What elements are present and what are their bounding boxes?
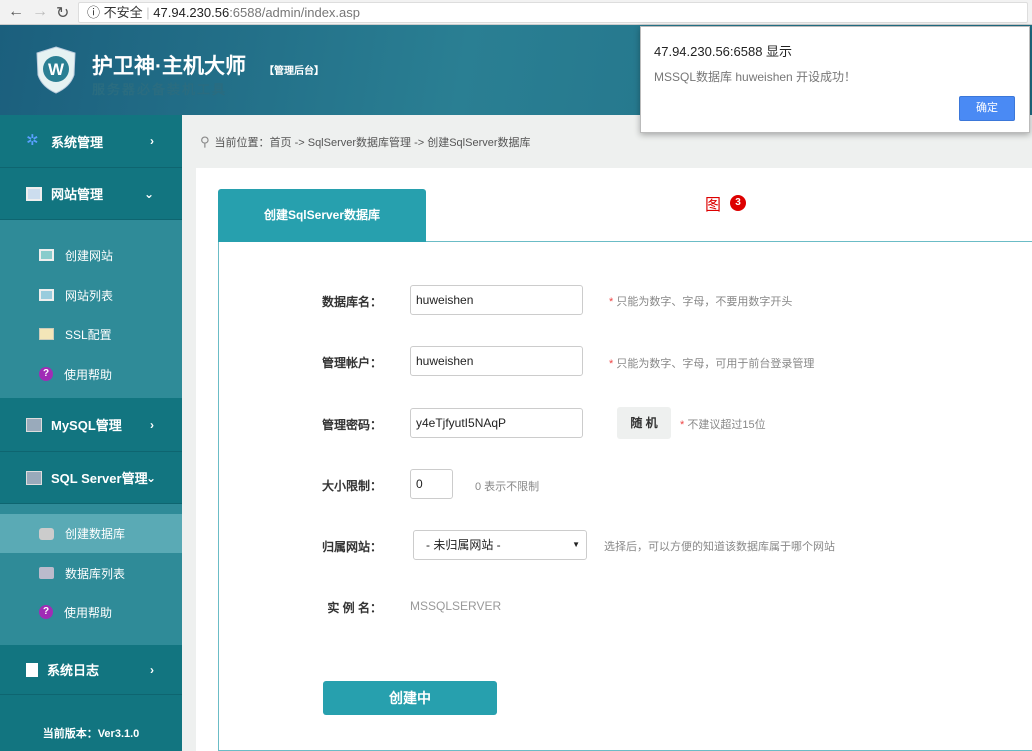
annotation-number-badge: 3 bbox=[730, 195, 746, 211]
help-icon: ? bbox=[39, 367, 53, 381]
annotation-figure-label: 图 bbox=[705, 195, 722, 214]
item-label: 创建网站 bbox=[65, 248, 114, 263]
website-submenu: 创建网站 网站列表 SSL配置 ? 使用帮助 bbox=[0, 220, 182, 398]
section-label: 网站管理 bbox=[51, 187, 104, 202]
item-label: 网站列表 bbox=[65, 288, 114, 303]
logo-letter: W bbox=[48, 60, 65, 79]
tab-create-sqlserver-db[interactable]: 创建SqlServer数据库 bbox=[218, 189, 426, 242]
instance-value: MSSQLSERVER bbox=[410, 599, 502, 613]
sidebar-item-ssl[interactable]: SSL配置 bbox=[0, 315, 182, 353]
chevron-right-icon: › bbox=[150, 417, 154, 432]
shield-logo-icon: W bbox=[36, 46, 76, 94]
dialog-message: MSSQL数据库 huweishen 开设成功！ bbox=[654, 70, 857, 84]
sidebar-item-db-help[interactable]: ? 使用帮助 bbox=[0, 593, 182, 631]
site-label: 归属网站： bbox=[321, 540, 382, 554]
browser-bar: ← → ↻ ⓘ 不安全 | 47.94.230.56:6588/admin/in… bbox=[0, 0, 1032, 25]
section-label: SQL Server管理 bbox=[51, 471, 148, 486]
breadcrumb-text: 当前位置：首页 -> SqlServer数据库管理 -> 创建SqlServer… bbox=[214, 137, 531, 149]
location-pin-icon: ⚲ bbox=[200, 134, 210, 149]
sidebar-item-site-list[interactable]: 网站列表 bbox=[0, 276, 182, 314]
info-icon[interactable]: ⓘ bbox=[87, 5, 100, 20]
certificate-icon bbox=[39, 328, 54, 340]
sidebar-section-system[interactable]: ✲ 系统管理 › bbox=[0, 115, 182, 168]
database-server-icon bbox=[26, 417, 42, 432]
sidebar-section-sqlserver[interactable]: SQL Server管理 ⌄ bbox=[0, 452, 182, 504]
item-label: 使用帮助 bbox=[64, 605, 113, 620]
sidebar-item-help[interactable]: ? 使用帮助 bbox=[0, 355, 182, 393]
item-label: 使用帮助 bbox=[64, 367, 113, 382]
account-label: 管理帐户： bbox=[321, 356, 382, 370]
chevron-right-icon: › bbox=[150, 134, 154, 148]
dialog-title: 47.94.230.56:6588 显示 bbox=[654, 44, 793, 59]
create-site-icon bbox=[39, 249, 54, 261]
ok-button[interactable]: 确定 bbox=[959, 96, 1015, 121]
database-list-icon bbox=[39, 567, 54, 579]
section-label: MySQL管理 bbox=[51, 418, 122, 433]
forward-icon[interactable]: → bbox=[32, 3, 48, 21]
password-label: 管理密码： bbox=[321, 418, 382, 432]
password-hint: * 不建议超过15位 bbox=[680, 419, 766, 431]
size-label: 大小限制： bbox=[321, 479, 382, 493]
url-host: 47.94.230.56 bbox=[153, 5, 230, 20]
back-icon[interactable]: ← bbox=[8, 3, 24, 21]
size-hint: 0 表示不限制 bbox=[475, 481, 540, 493]
site-select[interactable]: - 未归属网站 - ▼ bbox=[413, 530, 587, 560]
sidebar-item-create-site[interactable]: 创建网站 bbox=[0, 236, 182, 274]
gear-icon: ✲ bbox=[26, 132, 39, 149]
site-list-icon bbox=[39, 289, 54, 301]
password-input[interactable]: y4eTjfyutI5NAqP bbox=[410, 408, 583, 438]
section-label: 系统管理 bbox=[51, 134, 104, 150]
security-label: 不安全 bbox=[103, 5, 143, 20]
site-select-value: - 未归属网站 - bbox=[426, 538, 501, 552]
dropdown-arrow-icon: ▼ bbox=[572, 540, 580, 549]
add-database-icon bbox=[39, 527, 54, 540]
monitor-icon bbox=[26, 186, 42, 201]
form-box bbox=[218, 241, 1032, 751]
chevron-down-icon: ⌄ bbox=[145, 470, 156, 485]
sidebar-section-logs[interactable]: 系统日志 › bbox=[0, 645, 182, 695]
address-bar[interactable]: ⓘ 不安全 | 47.94.230.56:6588/admin/index.as… bbox=[78, 2, 1028, 23]
database-server-icon bbox=[26, 470, 42, 485]
item-label: SSL配置 bbox=[65, 327, 112, 342]
site-hint: 选择后，可以方便的知道该数据库属于哪个网站 bbox=[604, 541, 835, 553]
version-label: 当前版本：Ver3.1.0 bbox=[42, 728, 140, 740]
sqlserver-submenu: 创建数据库 数据库列表 ? 使用帮助 bbox=[0, 504, 182, 645]
section-label: 系统日志 bbox=[47, 663, 100, 678]
size-input[interactable]: 0 bbox=[410, 469, 453, 499]
help-icon: ? bbox=[39, 605, 53, 619]
log-icon bbox=[26, 662, 38, 677]
url-path: :6588/admin/index.asp bbox=[229, 5, 360, 20]
db-name-hint: * 只能为数字、字母，不要用数字开头 bbox=[609, 296, 793, 308]
sidebar-section-website[interactable]: 网站管理 ⌄ bbox=[0, 168, 182, 220]
create-button[interactable]: 创建中 bbox=[323, 681, 497, 715]
sidebar: ✲ 系统管理 › 网站管理 ⌄ 创建网站 网站列表 SSL配置 ? 使用帮助 My… bbox=[0, 115, 182, 751]
item-label: 数据库列表 bbox=[65, 566, 126, 581]
app-title: 护卫神·主机大师 bbox=[92, 55, 246, 78]
slogan: 服务器必备装机工具 bbox=[92, 82, 228, 97]
item-label: 创建数据库 bbox=[65, 527, 126, 541]
sidebar-section-mysql[interactable]: MySQL管理 › bbox=[0, 398, 182, 452]
admin-tag: 【管理后台】 bbox=[264, 66, 324, 77]
account-hint: * 只能为数字、字母，可用于前台登录管理 bbox=[609, 358, 815, 370]
instance-label: 实 例 名： bbox=[327, 601, 382, 615]
db-name-label: 数据库名： bbox=[321, 295, 382, 309]
breadcrumb: ⚲ 当前位置：首页 -> SqlServer数据库管理 -> 创建SqlServ… bbox=[200, 134, 531, 150]
sidebar-item-create-db[interactable]: 创建数据库 bbox=[0, 514, 182, 553]
alert-dialog: 47.94.230.56:6588 显示 MSSQL数据库 huweishen … bbox=[640, 26, 1030, 133]
reload-icon[interactable]: ↻ bbox=[56, 3, 69, 23]
random-password-button[interactable]: 随 机 bbox=[617, 407, 671, 439]
chevron-right-icon: › bbox=[150, 662, 154, 677]
db-name-input[interactable]: huweishen bbox=[410, 285, 583, 315]
chevron-down-icon: ⌄ bbox=[143, 186, 154, 201]
sidebar-item-db-list[interactable]: 数据库列表 bbox=[0, 554, 182, 592]
account-input[interactable]: huweishen bbox=[410, 346, 583, 376]
